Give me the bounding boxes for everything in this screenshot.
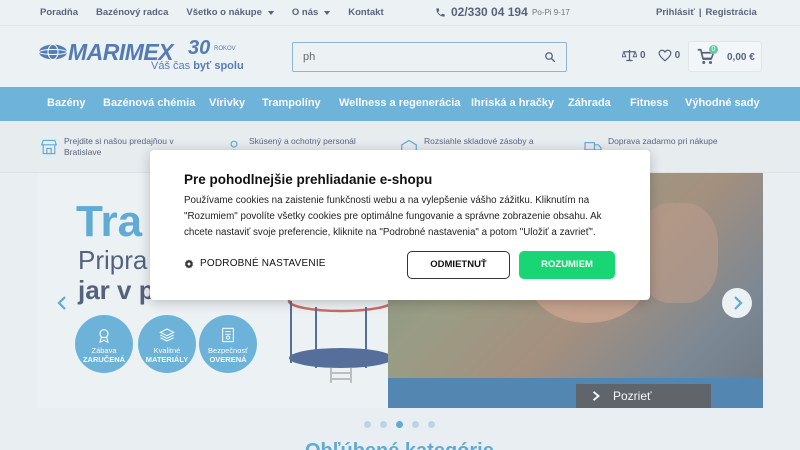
accept-button[interactable]: ROZUMIEM [519,251,615,279]
detailed-settings-button[interactable]: PODROBNÉ NASTAVENIE [184,258,326,269]
detailed-settings-label: PODROBNÉ NASTAVENIE [200,258,326,269]
cookie-consent-dialog: Pre pohodlnejšie prehliadanie e-shopu Po… [150,150,650,300]
reject-button[interactable]: ODMIETNUŤ [407,251,510,279]
gear-icon [184,258,194,269]
cookie-title: Pre pohodlnejšie prehliadanie e-shopu [184,172,433,187]
cookie-text: Používame cookies na zaistenie funkčnost… [184,195,602,238]
